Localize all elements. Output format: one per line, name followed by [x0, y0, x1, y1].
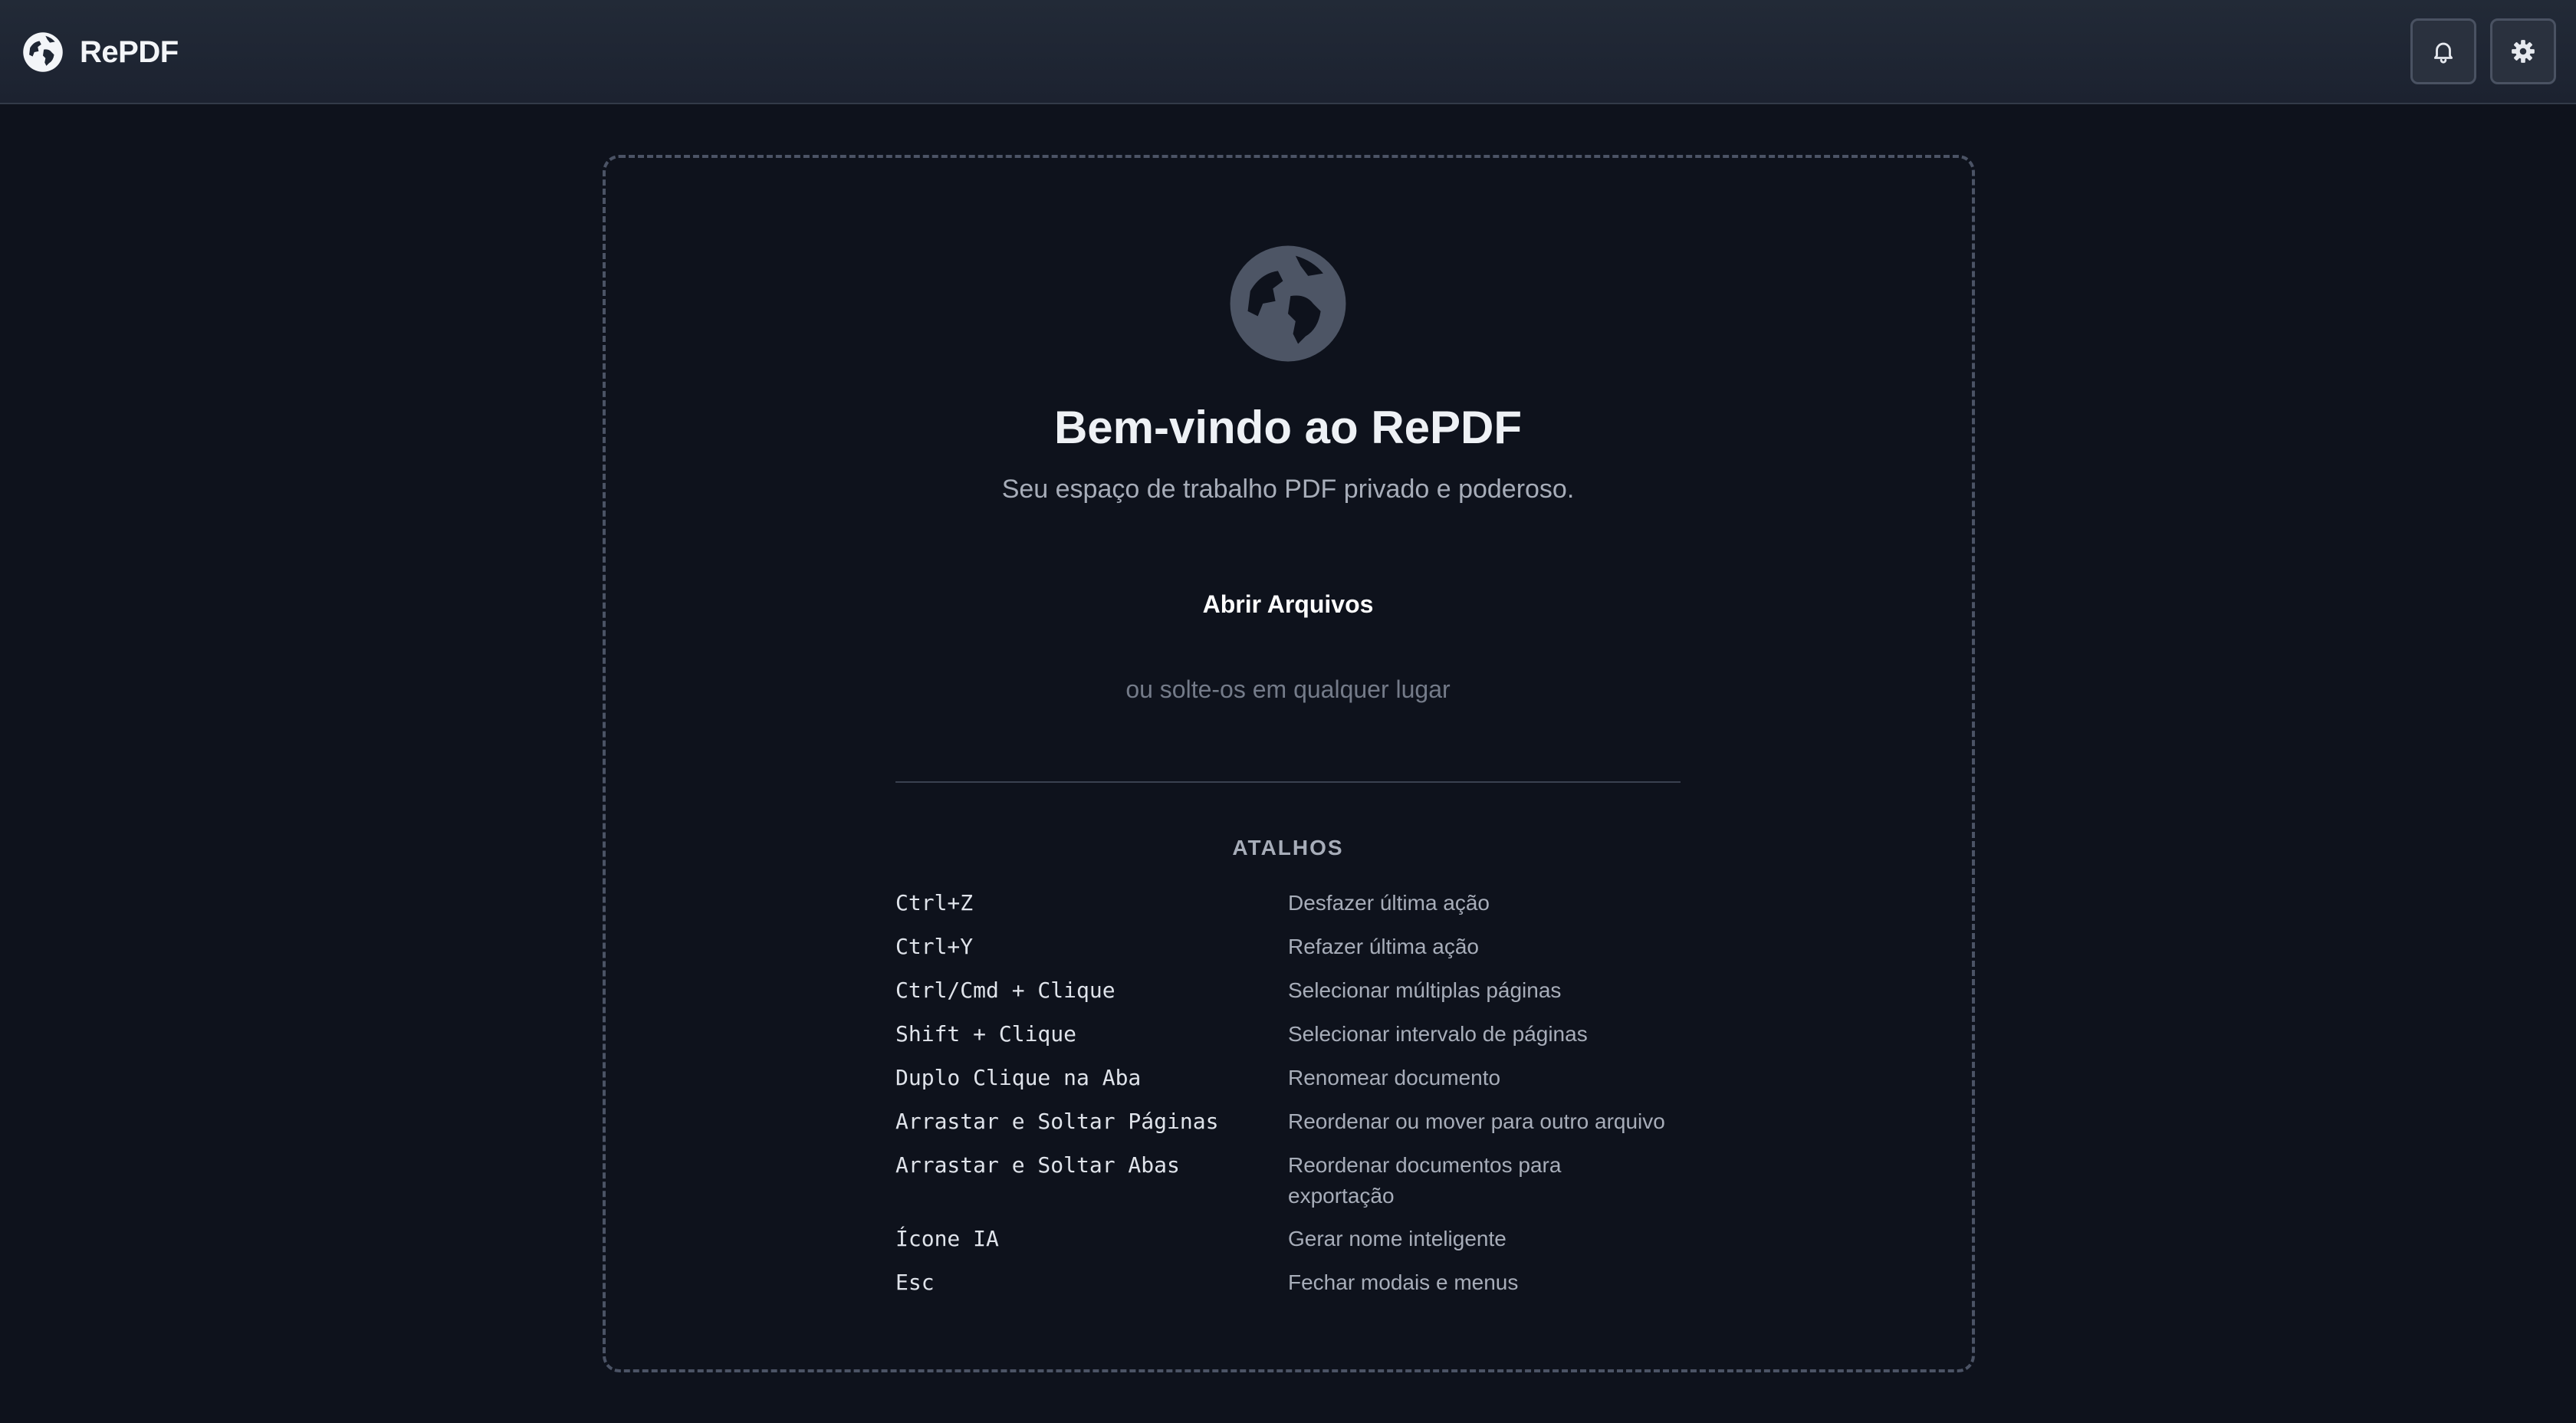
open-files-button[interactable]: Abrir Arquivos [1135, 581, 1441, 627]
shortcut-description: Selecionar intervalo de páginas [1288, 1022, 1588, 1046]
shortcut-description: Reordenar documentos para exportação [1288, 1153, 1562, 1208]
globe-icon [1230, 245, 1346, 362]
bell-icon [2433, 42, 2453, 64]
shortcut-key: Duplo Clique na Aba [895, 1065, 1142, 1090]
shortcut-description: Refazer última ação [1288, 935, 1480, 958]
divider [895, 781, 1681, 783]
shortcut-description: Selecionar múltiplas páginas [1288, 978, 1562, 1002]
shortcut-key: Esc [895, 1270, 935, 1295]
gear-icon [2512, 40, 2535, 63]
shortcuts-heading: ATALHOS [1232, 836, 1344, 859]
welcome-title: Bem-vindo ao RePDF [1053, 402, 1523, 453]
app-name: RePDF [80, 35, 179, 69]
shortcut-description: Renomear documento [1288, 1066, 1501, 1089]
shortcut-key: Arrastar e Soltar Páginas [895, 1109, 1219, 1134]
shortcut-description: Reordenar ou mover para outro arquivo [1288, 1109, 1665, 1133]
shortcut-key: Ctrl+Y [895, 934, 974, 959]
shortcut-key: Ctrl/Cmd + Clique [895, 978, 1116, 1003]
globe-icon [23, 32, 63, 72]
shortcut-description: Gerar nome inteligente [1288, 1227, 1506, 1250]
drop-hint: ou solte-os em qualquer lugar [1125, 675, 1451, 703]
top-bar: RePDF [0, 0, 2576, 104]
brand[interactable]: RePDF [21, 31, 179, 74]
notifications-button[interactable] [2410, 18, 2476, 84]
shortcut-description: Fechar modais e menus [1288, 1270, 1519, 1294]
shortcut-key: Ícone IA [895, 1226, 999, 1251]
shortcut-description: Desfazer última ação [1288, 891, 1490, 915]
welcome-logo [1225, 241, 1351, 366]
shortcut-key: Ctrl+Z [895, 890, 974, 915]
shortcut-key: Shift + Clique [895, 1021, 1077, 1047]
settings-button[interactable] [2490, 18, 2556, 84]
shortcut-key: Arrastar e Soltar Abas [895, 1152, 1180, 1178]
welcome-subtitle: Seu espaço de trabalho PDF privado e pod… [1001, 475, 1575, 504]
